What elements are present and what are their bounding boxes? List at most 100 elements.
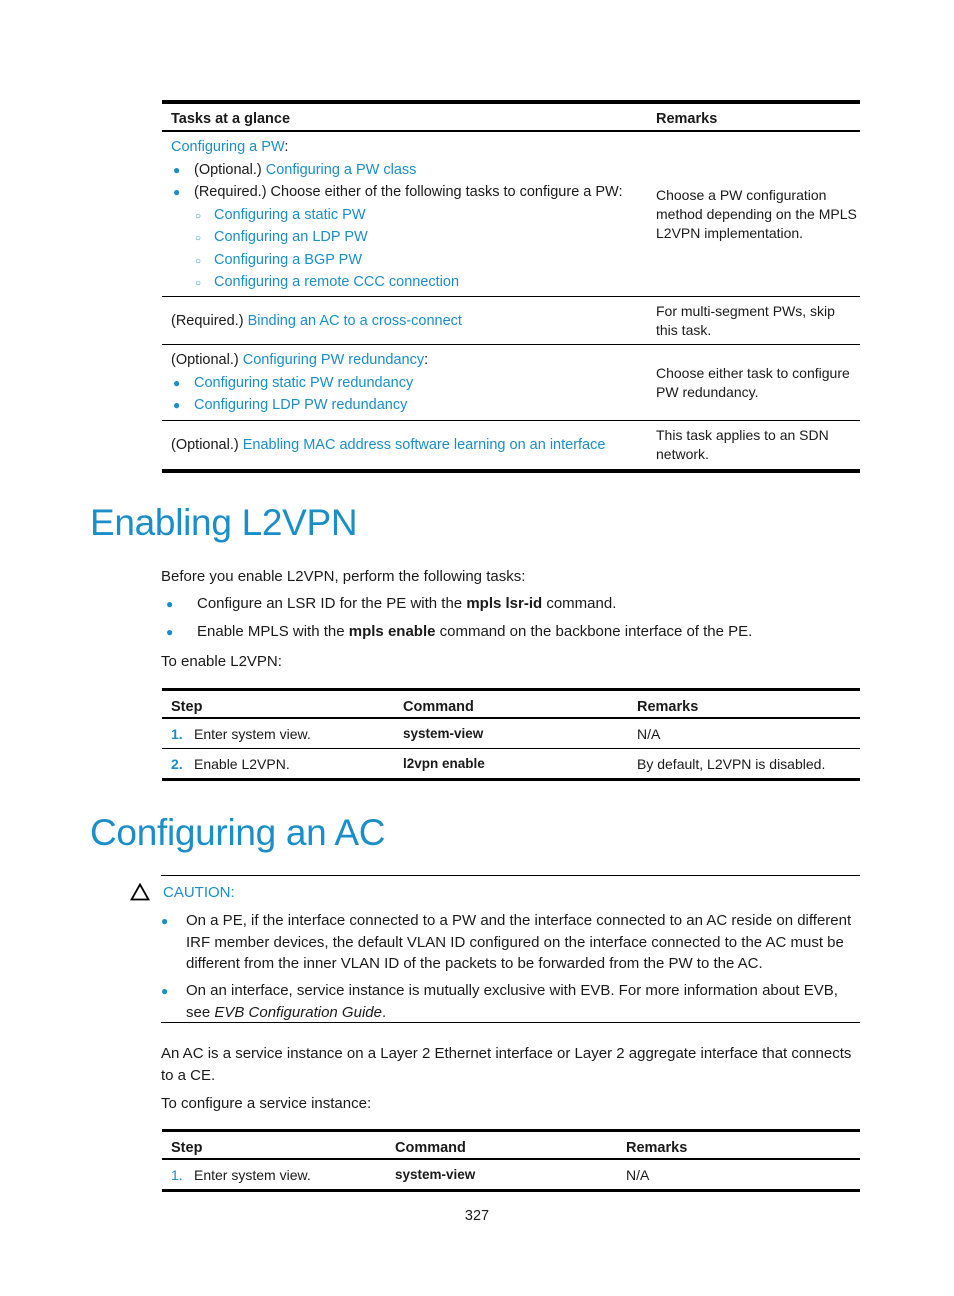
remark-cell: Choose either task to configure PW redun…	[656, 364, 850, 400]
list-item: ● Configure an LSR ID for the PE with the…	[161, 595, 616, 612]
section-heading-configuring-ac: Configuring an AC	[90, 812, 386, 853]
circle-bullet-icon: ○	[195, 255, 202, 267]
sub-list-item: ○ Configuring a static PW	[171, 204, 648, 227]
bullet-icon: ●	[166, 625, 174, 639]
guide-reference: EVB Configuration Guide	[214, 1003, 382, 1021]
sub-list-item: ○ Configuring a BGP PW	[171, 249, 648, 272]
header-remarks: Remarks	[626, 1140, 688, 1156]
tasks-table: Tasks at a glance Remarks Configuring a …	[162, 100, 860, 473]
caution-bottom-rule	[161, 1022, 860, 1023]
bullet-icon: ●	[166, 597, 174, 611]
suffix: :	[284, 139, 289, 155]
page-number: 327	[464, 1208, 490, 1224]
sub-list-item: ○ Configuring a remote CCC connection	[171, 271, 648, 294]
link-mac-learning[interactable]: Enabling MAC address software learning o…	[243, 437, 606, 453]
link-binding-ac[interactable]: Binding an AC to a cross-connect	[248, 313, 462, 329]
command-name: mpls lsr-id	[466, 595, 543, 612]
link-pw-redundancy[interactable]: Configuring PW redundancy	[243, 352, 424, 368]
table-row: 2. Enable L2VPN. l2vpn enable By default,…	[162, 749, 860, 778]
link-static-pw-redundancy[interactable]: Configuring static PW redundancy	[194, 375, 413, 391]
circle-bullet-icon: ○	[195, 233, 202, 244]
list-item: ● Configuring LDP PW redundancy	[171, 394, 648, 417]
table-row: 1. Enter system view. system-view N/A	[162, 719, 860, 748]
bullet-icon: ●	[173, 185, 181, 199]
item-text: command.	[542, 595, 617, 612]
prefix: (Optional.)	[171, 437, 243, 453]
caution-label: CAUTION:	[163, 884, 235, 901]
link-bgp-pw[interactable]: Configuring a BGP PW	[214, 252, 362, 268]
link-ldp-pw[interactable]: Configuring an LDP PW	[214, 229, 368, 245]
table-bottom-rule	[162, 1189, 860, 1192]
link-remote-ccc[interactable]: Configuring a remote CCC connection	[214, 274, 459, 290]
remark-cell: By default, L2VPN is disabled.	[637, 755, 826, 772]
caution-item: ● On a PE, if the interface connected to…	[161, 910, 861, 975]
command-cell: system-view	[395, 1167, 476, 1182]
table-bottom-rule	[162, 778, 860, 781]
table-row: Configuring a PW: ● (Optional.) Configuri…	[162, 132, 860, 296]
step-cell: 1. Enter system view.	[162, 726, 403, 742]
bullet-icon: ●	[161, 914, 169, 928]
ac-description-paragraph: An AC is a service instance on a Layer 2…	[161, 1045, 852, 1084]
step-number: 2.	[171, 755, 183, 772]
command-cell: l2vpn enable	[403, 756, 485, 771]
item-text: Configure an LSR ID for the PE with the	[197, 595, 467, 612]
service-instance-steps-table: Step Command Remarks 1. Enter system view…	[162, 1129, 860, 1192]
step-cell: 1. Enter system view.	[162, 1167, 395, 1183]
link-configuring-a-pw[interactable]: Configuring a PW	[171, 139, 284, 155]
remark-cell: For multi-segment PWs, skip this task.	[656, 302, 835, 338]
link-configuring-pw-class[interactable]: Configuring a PW class	[266, 162, 417, 178]
step-text: Enable L2VPN.	[194, 755, 290, 772]
tasks-cell: (Required.) Binding an AC to a cross-con…	[162, 297, 648, 344]
header-command: Command	[395, 1140, 466, 1156]
caution-text-end: .	[381, 1003, 387, 1021]
prefix: (Optional.)	[171, 352, 243, 368]
bullet-icon: ●	[173, 162, 181, 177]
intro-paragraph: Before you enable L2VPN, perform the fol…	[161, 568, 526, 585]
step-number: 1.	[171, 725, 183, 742]
lead-paragraph: To enable L2VPN:	[161, 653, 282, 670]
step-cell: 2. Enable L2VPN.	[162, 756, 403, 772]
tasks-cell: (Optional.) Enabling MAC address softwar…	[162, 421, 648, 469]
caution-triangle-icon	[130, 883, 150, 901]
bullet-icon: ●	[173, 375, 181, 390]
sub-list-item: ○ Configuring an LDP PW	[171, 226, 648, 249]
caution-text: On a PE, if the interface connected to a…	[186, 912, 852, 972]
list-item: ● (Optional.) Configuring a PW class	[171, 159, 648, 182]
header-remarks: Remarks	[637, 699, 699, 715]
remark-cell: Choose a PW configuration method dependi…	[656, 186, 857, 241]
list-item: ● Enable MPLS with the mpls enable comman…	[161, 623, 752, 640]
table-header: Tasks at a glance Remarks	[162, 104, 860, 130]
command-name: mpls enable	[348, 623, 436, 640]
command-cell: system-view	[403, 726, 484, 741]
prefix: (Optional.)	[194, 161, 266, 178]
item-text: (Required.) Choose either of the followi…	[194, 184, 623, 200]
tasks-cell: (Optional.) Configuring PW redundancy: ●…	[162, 345, 648, 420]
step-number: 1.	[171, 1166, 183, 1183]
caution-item: ● On an interface, service instance is m…	[161, 980, 861, 1023]
header-tasks: Tasks at a glance	[171, 111, 291, 127]
header-remarks: Remarks	[656, 111, 718, 127]
bullet-icon: ●	[161, 984, 169, 998]
list-item: Configuring a PW:	[171, 136, 648, 159]
table-bottom-rule	[162, 469, 860, 473]
caution-text: On an interface, service instance is mut…	[186, 980, 861, 1023]
step-text: Enter system view.	[194, 725, 311, 742]
link-static-pw[interactable]: Configuring a static PW	[214, 207, 366, 223]
circle-bullet-icon: ○	[195, 210, 202, 222]
list-item: ● Configuring static PW redundancy	[171, 372, 648, 395]
link-ldp-pw-redundancy[interactable]: Configuring LDP PW redundancy	[194, 397, 407, 413]
header-step: Step	[171, 1140, 203, 1156]
table-row: (Required.) Binding an AC to a cross-con…	[162, 297, 860, 344]
caution-top-rule	[161, 875, 860, 876]
remark-cell: N/A	[637, 725, 661, 742]
suffix: :	[424, 352, 429, 368]
table-row: (Optional.) Configuring PW redundancy: ●…	[162, 345, 860, 420]
table-header: Step Command Remarks	[162, 1132, 860, 1158]
section-heading-enabling-l2vpn: Enabling L2VPN	[90, 502, 358, 543]
circle-bullet-icon: ○	[195, 278, 202, 289]
remark-cell: This task applies to an SDN network.	[656, 427, 829, 462]
table-row: 1. Enter system view. system-view N/A	[162, 1160, 860, 1189]
tasks-cell: Configuring a PW: ● (Optional.) Configuri…	[162, 132, 648, 296]
header-command: Command	[403, 699, 474, 715]
enable-l2vpn-steps-table: Step Command Remarks 1. Enter system view…	[162, 688, 860, 781]
